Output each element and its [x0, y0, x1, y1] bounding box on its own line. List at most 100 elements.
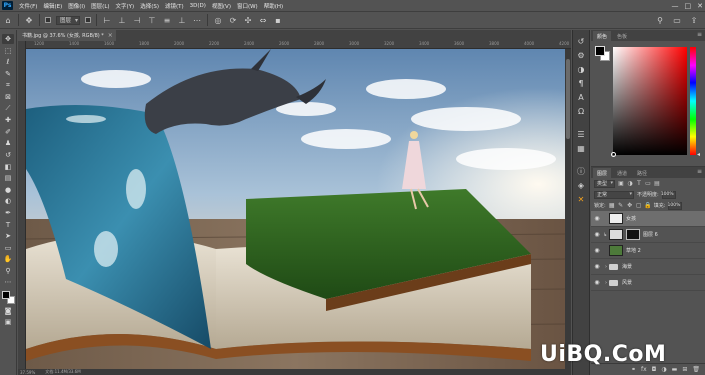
tab-color[interactable]: 颜色 — [593, 31, 612, 41]
lasso-tool-icon[interactable]: ℓ — [2, 57, 14, 67]
panel-menu-icon[interactable]: ≡ — [697, 31, 702, 38]
menu-file[interactable]: 文件(F) — [16, 2, 40, 10]
3d-slide-icon[interactable]: ⇔ — [258, 15, 268, 25]
visibility-eye-icon[interactable]: ◉ — [591, 215, 603, 222]
libraries-icon[interactable]: ☰ — [576, 129, 587, 140]
filter-smart-object-icon[interactable]: ▤ — [654, 180, 660, 187]
paragraph-icon[interactable]: ¶ — [576, 78, 587, 89]
horizontal-ruler[interactable]: 1200 1400 1600 1800 2000 2200 2400 2600 2800 3000… — [26, 41, 571, 49]
menu-layer[interactable]: 图层(L) — [88, 2, 112, 10]
lock-artboard-icon[interactable]: ▢ — [636, 202, 642, 209]
lock-all-icon[interactable]: 🔒 — [644, 202, 651, 209]
new-adjustment-icon[interactable]: ◑ — [661, 366, 666, 373]
minimize-button[interactable]: — — [672, 2, 679, 10]
add-mask-icon[interactable]: ◘ — [652, 366, 657, 373]
adjustments-icon[interactable]: ◑ — [576, 64, 587, 75]
new-layer-icon[interactable]: ⊞ — [682, 366, 687, 373]
blur-tool-icon[interactable]: ● — [2, 185, 14, 195]
3d-orbit-icon[interactable]: ◎ — [213, 15, 223, 25]
auto-select-dropdown[interactable]: 图层 — [56, 15, 81, 25]
layer-comps-icon[interactable]: ▦ — [576, 143, 587, 154]
search-icon[interactable]: ⚲ — [655, 15, 665, 25]
visibility-eye-icon[interactable]: ◉ — [591, 247, 603, 254]
layers-panel-menu-icon[interactable]: ≡ — [697, 168, 702, 175]
character-icon[interactable]: A — [576, 92, 587, 103]
eyedropper-tool-icon[interactable]: ⟋ — [2, 104, 14, 114]
menu-3d[interactable]: 3D(D) — [187, 3, 209, 9]
layer-name[interactable]: 草地 2 — [626, 247, 641, 254]
3d-scale-icon[interactable]: ▪ — [273, 15, 283, 25]
fill-field[interactable]: 100% — [668, 201, 683, 210]
history-brush-tool-icon[interactable]: ↺ — [2, 150, 14, 160]
menu-edit[interactable]: 编辑(E) — [40, 2, 65, 10]
align-top-icon[interactable]: ⊤ — [147, 15, 157, 25]
lock-pixels-icon[interactable]: ✎ — [618, 202, 624, 209]
layer-group-name[interactable]: 海景 — [622, 263, 632, 270]
align-bottom-icon[interactable]: ⊥ — [177, 15, 187, 25]
color-panel-swatches[interactable] — [595, 46, 611, 62]
filter-pixel-icon[interactable]: ▣ — [618, 180, 624, 187]
crop-tool-icon[interactable]: ⌗ — [2, 80, 14, 90]
home-icon[interactable]: ⌂ — [3, 15, 13, 25]
tab-layers[interactable]: 图层 — [593, 168, 612, 178]
menu-view[interactable]: 视图(V) — [209, 2, 234, 10]
close-button[interactable]: ✕ — [697, 2, 703, 10]
layer-kind-select[interactable]: 类型 — [594, 179, 616, 188]
pen-tool-icon[interactable]: ✒ — [2, 208, 14, 218]
visibility-eye-icon[interactable]: ◉ — [591, 263, 603, 270]
gradient-tool-icon[interactable]: ▤ — [2, 173, 14, 183]
align-right-icon[interactable]: ⊣ — [132, 15, 142, 25]
layer-row[interactable]: ◉ ↳ 图层 6 — [591, 227, 705, 243]
color-swatches[interactable] — [1, 291, 15, 305]
glyphs-icon[interactable]: Ω — [576, 106, 587, 117]
dodge-tool-icon[interactable]: ◐ — [2, 196, 14, 206]
layer-name[interactable]: 女孩 — [626, 215, 636, 222]
type-tool-icon[interactable]: T — [2, 220, 14, 230]
vertical-scrollbar[interactable] — [565, 49, 571, 371]
lock-position-icon[interactable]: ✥ — [627, 202, 633, 209]
visibility-eye-icon[interactable]: ◉ — [591, 279, 603, 286]
tools-cross-icon[interactable]: ✕ — [576, 194, 587, 205]
more-tools-icon[interactable]: ⋯ — [2, 277, 14, 287]
menu-filter[interactable]: 滤镜(T) — [162, 2, 187, 10]
close-document-icon[interactable]: × — [108, 32, 113, 39]
document-tab[interactable]: 书籍.jpg @ 37.6% (女孩, RGB/8) * × — [18, 30, 116, 41]
workspace-icon[interactable]: ▭ — [672, 15, 682, 25]
tab-swatches[interactable]: 色板 — [613, 31, 631, 41]
frame-tool-icon[interactable]: ⊠ — [2, 92, 14, 102]
quick-mask-icon[interactable]: ◙ — [2, 306, 14, 316]
info-icon[interactable]: ⓘ — [576, 166, 587, 177]
move-tool-preset-icon[interactable]: ✥ — [24, 15, 34, 25]
delete-layer-icon[interactable]: 🗑 — [692, 366, 700, 373]
properties-icon[interactable]: ⚙ — [576, 50, 587, 61]
menu-help[interactable]: 帮助(H) — [261, 2, 286, 10]
layer-mask-thumbnail[interactable] — [626, 229, 640, 240]
color-picker-field[interactable] — [613, 47, 687, 155]
auto-select-checkbox[interactable] — [45, 17, 51, 23]
navigator-icon[interactable]: ◈ — [576, 180, 587, 191]
layer-style-icon[interactable]: fx — [641, 366, 647, 373]
filter-adjustment-icon[interactable]: ◑ — [627, 180, 633, 187]
menu-window[interactable]: 窗口(W) — [234, 2, 261, 10]
layer-name[interactable]: 图层 6 — [643, 231, 658, 238]
scrollbar-thumb[interactable] — [566, 59, 570, 139]
zoom-tool-icon[interactable]: ⚲ — [2, 266, 14, 276]
foreground-color-swatch[interactable] — [595, 46, 605, 56]
clone-stamp-tool-icon[interactable]: ♟ — [2, 138, 14, 148]
move-tool-icon[interactable]: ✥ — [2, 34, 14, 44]
tab-paths[interactable]: 路径 — [633, 168, 651, 178]
history-icon[interactable]: ↺ — [576, 36, 587, 47]
opacity-field[interactable]: 100% — [661, 190, 676, 199]
filter-shape-icon[interactable]: ▭ — [645, 180, 651, 187]
tab-channels[interactable]: 通道 — [613, 168, 631, 178]
vertical-ruler[interactable] — [18, 41, 26, 371]
eraser-tool-icon[interactable]: ◧ — [2, 162, 14, 172]
3d-roll-icon[interactable]: ⟳ — [228, 15, 238, 25]
color-picker-marker[interactable] — [611, 152, 616, 157]
distribute-icon[interactable]: ⋯ — [192, 15, 202, 25]
layer-group-row[interactable]: ◉ › 风景 — [591, 275, 705, 291]
zoom-level[interactable]: 37.59% — [20, 370, 35, 375]
filter-type-icon[interactable]: T — [636, 180, 642, 187]
menu-type[interactable]: 文字(Y) — [113, 2, 138, 10]
brush-tool-icon[interactable]: ✐ — [2, 127, 14, 137]
